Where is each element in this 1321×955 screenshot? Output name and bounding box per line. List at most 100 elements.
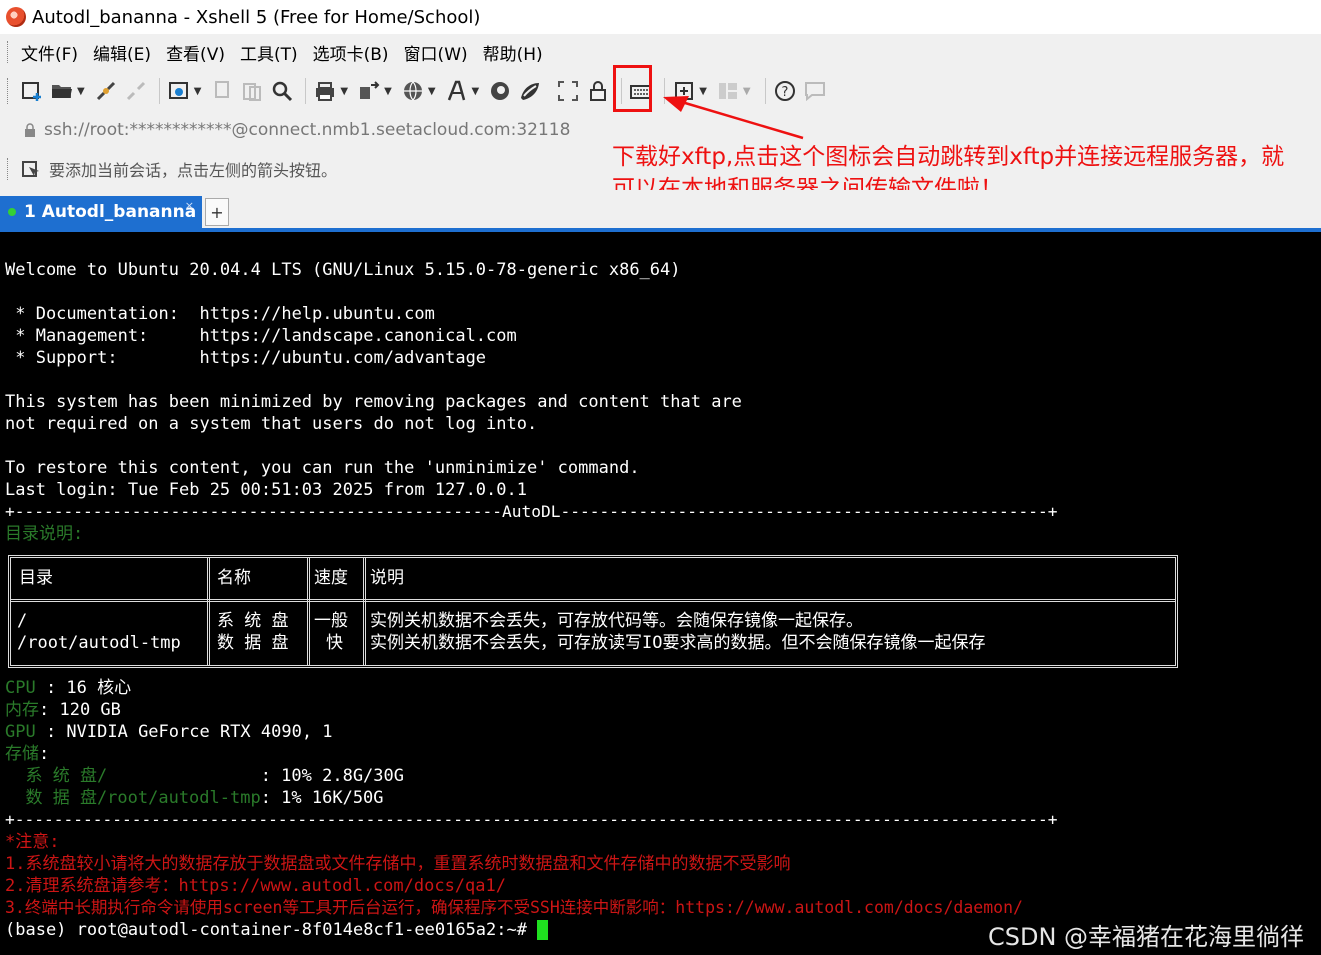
gpu-line: GPU : NVIDIA GeForce RTX 4090, 1 <box>5 721 333 743</box>
annotation-line-1: 下载好xftp,点击这个图标会自动跳转到xftp并连接远程服务器，就 <box>612 144 1285 170</box>
table-header: 说明 <box>370 568 404 588</box>
menu-help[interactable]: 帮助(H) <box>483 40 543 65</box>
gpu-label: GPU <box>5 722 36 742</box>
notice-line: 2.清理系统盘请参考：https://www.autodl.com/docs/q… <box>5 876 506 896</box>
infobar-text: 要添加当前会话，点击左侧的箭头按钮。 <box>49 161 338 180</box>
disconnect-icon[interactable] <box>123 78 149 104</box>
print-icon[interactable] <box>312 78 338 104</box>
cpu-label: CPU <box>5 678 36 698</box>
reconnect-icon[interactable] <box>93 78 119 104</box>
terminal-line: To restore this content, you can run the… <box>5 458 640 478</box>
connected-status-icon <box>8 208 16 216</box>
address-value: ssh://root:************@connect.nmb1.see… <box>44 120 571 140</box>
transfer-icon[interactable] <box>356 78 382 104</box>
data-disk-label: 数 据 盘/root/autodl-tmp <box>5 788 261 808</box>
address-field[interactable]: ssh://root:************@connect.nmb1.see… <box>8 116 1268 144</box>
menu-edit[interactable]: 编辑(E) <box>93 40 151 65</box>
table-cell: 实例关机数据不会丢失，可存放代码等。会随保存镜像一起保存。 <box>370 611 863 631</box>
paste-icon[interactable] <box>239 78 265 104</box>
table-cell: 实例关机数据不会丢失，可存放读写IO要求高的数据。但不会随保存镜像一起保存 <box>370 633 986 653</box>
data-disk-line: 数 据 盘/root/autodl-tmp: 1% 16K/50G <box>5 787 384 809</box>
fullscreen-icon[interactable] <box>555 78 581 104</box>
add-session-arrow-icon[interactable] <box>21 159 41 179</box>
storage-line: 存储: <box>5 743 49 765</box>
notice-line: 1.系统盘较小请将大的数据存放于数据盘或文件存储中，重置系统时数据盘和文件存储中… <box>5 854 791 874</box>
xftp-icon[interactable] <box>517 78 543 104</box>
system-disk-label: 系 统 盘/ <box>5 766 261 786</box>
copy-icon[interactable] <box>209 78 235 104</box>
menu-bar: 文件(F) 编辑(E) 查看(V) 工具(T) 选项卡(B) 窗口(W) 帮助(… <box>0 34 1321 70</box>
table-col-separator <box>307 558 310 665</box>
terminal-line: * Support: https://ubuntu.com/advantage <box>5 348 487 368</box>
toolbar-separator <box>158 78 160 104</box>
terminal-line: * Documentation: https://help.ubuntu.com <box>5 304 435 324</box>
memory-label: 内存 <box>5 700 39 720</box>
font-icon[interactable] <box>444 78 470 104</box>
table-cell: 一般 <box>314 611 348 631</box>
table-cell: /root/autodl-tmp <box>17 633 181 653</box>
memory-value: : 120 GB <box>39 700 121 720</box>
table-cell: 数 据 盘 <box>217 633 289 653</box>
menu-view[interactable]: 查看(V) <box>166 40 225 65</box>
chevron-down-icon[interactable]: ▼ <box>428 86 436 97</box>
lock-icon <box>25 123 35 137</box>
watermark: CSDN @幸福猪在花海里徜徉 <box>988 923 1305 951</box>
gpu-value: : NVIDIA GeForce RTX 4090, 1 <box>35 722 333 742</box>
toolbar-separator <box>305 78 307 104</box>
menu-tabs[interactable]: 选项卡(B) <box>313 40 389 65</box>
globe-icon[interactable] <box>400 78 426 104</box>
terminal-line: * Management: https://landscape.canonica… <box>5 326 517 346</box>
chevron-down-icon[interactable]: ▼ <box>340 86 348 97</box>
chat-icon[interactable] <box>802 78 828 104</box>
table-header: 速度 <box>314 568 348 588</box>
chevron-down-icon[interactable]: ▼ <box>77 86 85 97</box>
title-bar: Autodl_bananna - Xshell 5 (Free for Home… <box>0 0 1321 34</box>
notice-title: *注意: <box>5 832 60 852</box>
menu-tools[interactable]: 工具(T) <box>240 40 298 65</box>
terminal[interactable]: Welcome to Ubuntu 20.04.4 LTS (GNU/Linux… <box>0 232 1321 955</box>
terminal-line: 目录说明: <box>5 524 84 544</box>
terminal-cursor <box>537 920 549 940</box>
infobar-grip <box>7 158 11 180</box>
tab-bar: 1 Autodl_bananna × + <box>0 190 1321 230</box>
table-cell: 快 <box>326 633 343 653</box>
new-tab-button[interactable]: + <box>205 198 229 226</box>
open-folder-icon[interactable] <box>49 78 75 104</box>
terminal-rule: +---------------------------------------… <box>5 502 1058 521</box>
terminal-line: This system has been minimized by removi… <box>5 392 742 412</box>
cpu-line: CPU : 16 核心 <box>5 677 131 699</box>
storage-label: 存储 <box>5 744 39 764</box>
tab-label: 1 Autodl_bananna <box>24 202 197 222</box>
terminal-line: Welcome to Ubuntu 20.04.4 LTS (GNU/Linux… <box>5 260 681 280</box>
find-icon[interactable] <box>269 78 295 104</box>
table-header: 目录 <box>19 568 53 588</box>
menu-window[interactable]: 窗口(W) <box>404 40 468 65</box>
memory-line: 内存: 120 GB <box>5 699 121 721</box>
table-header: 名称 <box>217 568 251 588</box>
toolbar-grip <box>7 78 11 104</box>
window-title: Autodl_bananna - Xshell 5 (Free for Home… <box>32 6 481 28</box>
terminal-rule: +---------------------------------------… <box>5 810 1058 829</box>
system-disk-line: 系 统 盘/ : 10% 2.8G/30G <box>5 765 404 787</box>
table-col-separator <box>207 558 210 665</box>
storage-colon: : <box>39 744 50 764</box>
menu-grip <box>7 41 11 63</box>
new-session-icon[interactable] <box>19 78 45 104</box>
directory-table: 目录 名称 速度 说明 / 系 统 盘 一般 实例关机数据不会丢失，可存放代码等… <box>8 555 1178 668</box>
system-disk-value: : 10% 2.8G/30G <box>260 766 404 786</box>
xftp-highlight-box <box>613 65 652 112</box>
table-col-separator <box>363 558 366 665</box>
chevron-down-icon[interactable]: ▼ <box>384 86 392 97</box>
terminal-line: Last login: Tue Feb 25 00:51:03 2025 fro… <box>5 480 527 500</box>
chevron-down-icon[interactable]: ▼ <box>194 86 202 97</box>
chevron-down-icon[interactable]: ▼ <box>472 86 480 97</box>
table-cell: 系 统 盘 <box>217 611 289 631</box>
data-disk-value: : 1% 16K/50G <box>260 788 384 808</box>
tab-close-icon[interactable]: × <box>185 199 194 212</box>
prompt-line: (base) root@autodl-container-8f014e8cf1-… <box>5 919 549 941</box>
lock-icon[interactable] <box>585 78 611 104</box>
tab-session[interactable]: 1 Autodl_bananna × <box>0 196 202 228</box>
menu-file[interactable]: 文件(F) <box>21 40 78 65</box>
properties-icon[interactable] <box>166 78 192 104</box>
xshell-icon[interactable] <box>487 78 513 104</box>
